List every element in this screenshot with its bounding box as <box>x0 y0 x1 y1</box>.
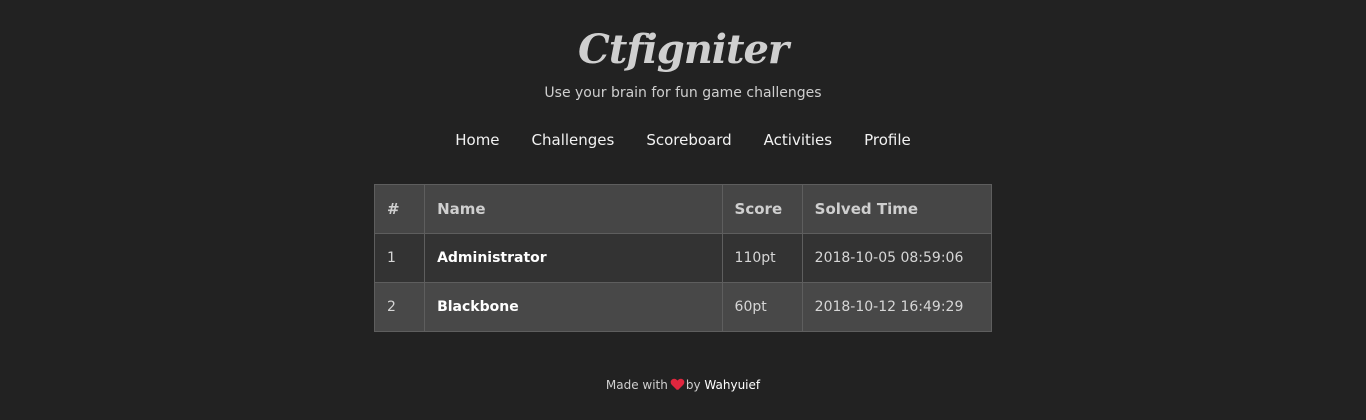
nav-item-profile[interactable]: Profile <box>848 130 927 150</box>
site-logo-title[interactable]: Ctfigniter <box>0 22 1366 78</box>
site-tagline: Use your brain for fun game challenges <box>544 85 822 101</box>
rank-cell: 2 <box>373 282 426 332</box>
scoreboard-body: 1 Administrator 110pt 2018-10-05 08:59:0… <box>373 233 993 332</box>
main-nav: Home Challenges Scoreboard Activities Pr… <box>0 130 1366 150</box>
solved-time-cell: 2018-10-12 16:49:29 <box>801 282 993 332</box>
heart-icon <box>671 379 683 390</box>
rank-cell: 1 <box>373 233 426 283</box>
nav-item-home[interactable]: Home <box>439 130 515 150</box>
scoreboard-table: # Name Score Solved Time 1 Administrator… <box>373 184 993 332</box>
page: Ctfigniter Use your brain for fun game c… <box>0 0 1366 420</box>
column-header-solved-time: Solved Time <box>801 184 993 234</box>
table-row: 1 Administrator 110pt 2018-10-05 08:59:0… <box>373 233 993 283</box>
score-cell: 110pt <box>721 233 803 283</box>
scoreboard-header: # Name Score Solved Time <box>373 184 993 234</box>
footer-made-with: Made with <box>605 378 668 392</box>
nav-item-activities[interactable]: Activities <box>748 130 848 150</box>
column-header-rank: # <box>373 184 426 234</box>
column-header-name: Name <box>424 184 723 234</box>
name-cell[interactable]: Blackbone <box>424 282 723 332</box>
author-link[interactable]: Wahyuief <box>704 378 760 392</box>
nav-item-challenges[interactable]: Challenges <box>516 130 631 150</box>
table-row: 2 Blackbone 60pt 2018-10-12 16:49:29 <box>373 282 993 332</box>
solved-time-cell: 2018-10-05 08:59:06 <box>801 233 993 283</box>
footer-by: by <box>685 378 701 392</box>
nav-item-scoreboard[interactable]: Scoreboard <box>630 130 747 150</box>
footer: Made with by Wahyuief <box>0 376 1366 394</box>
name-cell[interactable]: Administrator <box>424 233 723 283</box>
column-header-score: Score <box>721 184 803 234</box>
score-cell: 60pt <box>721 282 803 332</box>
header-row: # Name Score Solved Time <box>373 184 993 234</box>
